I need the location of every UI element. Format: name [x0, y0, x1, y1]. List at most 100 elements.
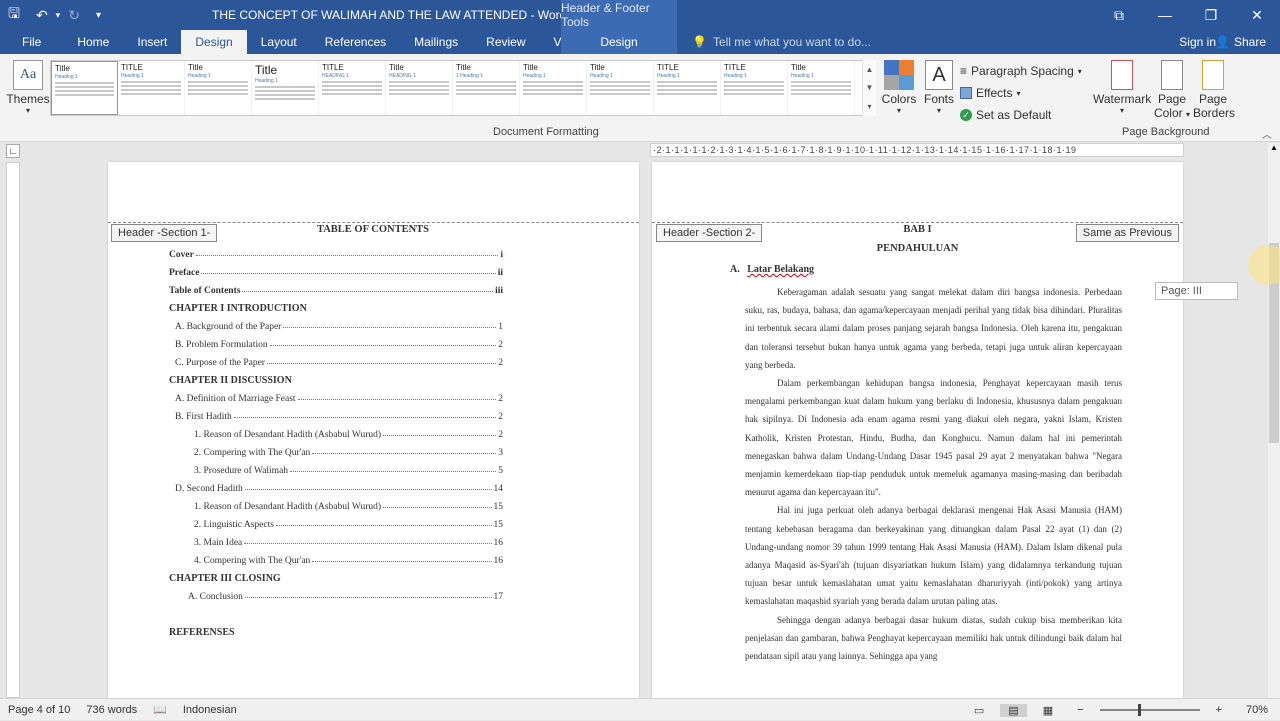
ribbon-display-options-icon[interactable]: ⧉	[1096, 0, 1142, 30]
document-page-1[interactable]: Header -Section 1- TABLE OF CONTENTS Cov…	[108, 162, 639, 698]
gallery-more-icon[interactable]: ▾	[867, 102, 871, 111]
toc-chapter[interactable]: CHAPTER I INTRODUCTION	[169, 296, 503, 314]
zoom-slider-thumb[interactable]	[1137, 704, 1141, 716]
toc-entry[interactable]: A. Background of the Paper 1	[169, 314, 503, 332]
style-set-item[interactable]: Title Heading 1	[788, 61, 855, 115]
toc-entry[interactable]: 1. Reason of Desandant Hadith (Asbabul W…	[169, 494, 503, 512]
toc-entry[interactable]: A. Conclusion 17	[169, 584, 503, 602]
minimize-icon[interactable]: —	[1142, 0, 1188, 30]
restore-icon[interactable]: ❐	[1188, 0, 1234, 30]
toc-entry[interactable]: C. Purpose of the Paper 2	[169, 350, 503, 368]
document-page-2[interactable]: Header -Section 2- Same as Previous BAB …	[652, 162, 1183, 698]
page-count[interactable]: Page 4 of 10	[0, 704, 78, 716]
fonts-button[interactable]: A Fonts ▾	[922, 58, 956, 115]
style-set-item[interactable]: Title Heading 1	[185, 61, 252, 115]
style-set-item[interactable]: Title Heading 1	[587, 61, 654, 115]
print-layout-icon[interactable]: ▤	[1000, 703, 1027, 717]
toc-entry[interactable]: A. Definition of Marriage Feast 2	[169, 386, 503, 404]
ribbon-tabs: File Home Insert Design Layout Reference…	[0, 30, 1280, 54]
toc-leader-dots	[244, 543, 492, 544]
style-set-item[interactable]: Title Heading 1	[252, 61, 319, 115]
toc-entry[interactable]: Table of Contents iii	[169, 278, 503, 296]
toc-entry-label: C. Purpose of the Paper	[175, 358, 265, 368]
toc-entry[interactable]: Preface ii	[169, 260, 503, 278]
sign-in-link[interactable]: Sign in	[1179, 30, 1216, 54]
toc-entry-label: B. Problem Formulation	[175, 340, 268, 350]
word-count[interactable]: 736 words	[78, 704, 145, 716]
style-set-item[interactable]: TITLE Heading 1	[654, 61, 721, 115]
style-set-item[interactable]: Title Heading 1	[520, 61, 587, 115]
customize-qat-icon[interactable]: ▾	[88, 10, 109, 21]
style-set-title: TITLE	[724, 63, 746, 72]
style-set-item[interactable]: TITLE Heading 1	[721, 61, 788, 115]
toc-entry[interactable]: B. First Hadith 2	[169, 404, 503, 422]
proofing-icon[interactable]: 📖	[145, 703, 175, 716]
horizontal-ruler[interactable]: ·2·1·1·1·1·1·2·1·3·1·4·1·5·1·6·1·7·1·8·1…	[650, 143, 1184, 157]
redo-icon[interactable]: ↻	[60, 7, 88, 24]
gallery-scroll[interactable]: ▲ ▼ ▾	[862, 60, 876, 116]
toc-entry[interactable]: 2. Linguistic Aspects 15	[169, 512, 503, 530]
share-button[interactable]: 👤 Share	[1215, 30, 1266, 54]
zoom-out-button[interactable]: −	[1069, 704, 1091, 716]
collapse-ribbon-icon[interactable]: ︿	[1262, 126, 1272, 141]
toc-page-number: 2	[498, 358, 503, 368]
toc-entry[interactable]: 4. Compering with The Qur'an 16	[169, 548, 503, 566]
language-indicator[interactable]: Indonesian	[175, 704, 245, 716]
tab-references[interactable]: References	[311, 30, 400, 54]
dropdown-arrow-icon: ▾	[1016, 88, 1021, 98]
tab-header-footer-design[interactable]: Design	[561, 30, 677, 54]
web-layout-icon[interactable]: ▦	[1035, 704, 1061, 717]
toc-entry-label: 2. Compering with The Qur'an	[194, 448, 311, 458]
chapter-title: PENDAHULUAN	[876, 243, 959, 254]
tab-home[interactable]: Home	[63, 30, 123, 54]
page-borders-button[interactable]: Page Borders	[1193, 58, 1235, 120]
vertical-scrollbar[interactable]: ▲	[1268, 143, 1280, 698]
effects-button[interactable]: Effects ▾	[960, 82, 1082, 104]
toc-entry[interactable]: 3. Prosedure of Walimah 5	[169, 458, 503, 476]
page-color-button[interactable]: Page Color ▾	[1151, 58, 1193, 120]
toc-entry[interactable]: D. Second Hadith 14	[169, 476, 503, 494]
toc-entry[interactable]: 3. Main Idea 16	[169, 530, 503, 548]
toc-entry[interactable]: Cover i	[169, 242, 503, 260]
watermark-button[interactable]: Watermark ▾	[1093, 58, 1151, 115]
style-set-item[interactable]: TITLE Heading 1	[118, 61, 185, 115]
gallery-up-icon[interactable]: ▲	[866, 65, 874, 74]
tab-design[interactable]: Design	[181, 30, 247, 54]
close-icon[interactable]: ✕	[1234, 0, 1280, 30]
toc-leader-dots	[312, 561, 492, 562]
toc-entry[interactable]: 1. Reason of Desandant Hadith (Asbabul W…	[169, 422, 503, 440]
set-as-default-button[interactable]: ✓ Set as Default	[960, 104, 1082, 126]
scroll-up-icon[interactable]: ▲	[1268, 143, 1280, 152]
tab-mailings[interactable]: Mailings	[400, 30, 472, 54]
gallery-down-icon[interactable]: ▼	[866, 83, 874, 92]
zoom-level[interactable]: 70%	[1238, 704, 1276, 716]
style-set-title: TITLE	[121, 63, 143, 72]
tab-review[interactable]: Review	[472, 30, 539, 54]
toc-entry[interactable]: B. Problem Formulation 2	[169, 332, 503, 350]
page-background-label: Page Background	[1122, 126, 1210, 138]
save-icon[interactable]: 🖫	[0, 3, 28, 27]
style-set-item[interactable]: Title Heading 1	[51, 61, 118, 115]
style-set-item[interactable]: Title 1 Heading 1	[453, 61, 520, 115]
zoom-in-button[interactable]: +	[1208, 704, 1230, 716]
style-set-item[interactable]: TITLE HEADING 1	[319, 61, 386, 115]
tab-selector-icon[interactable]: ∟	[6, 144, 20, 158]
themes-button[interactable]: Aa Themes ▾	[6, 58, 50, 115]
toc-entry-label: A. Definition of Marriage Feast	[175, 394, 296, 404]
page-borders-label-1: Page	[1198, 92, 1228, 106]
tab-insert[interactable]: Insert	[123, 30, 181, 54]
tell-me-box[interactable]: 💡 Tell me what you want to do...	[692, 30, 871, 54]
toc-chapter[interactable]: CHAPTER III CLOSING	[169, 566, 503, 584]
paragraph-spacing-button[interactable]: ≡ Paragraph Spacing ▾	[960, 60, 1082, 82]
zoom-slider[interactable]	[1099, 704, 1200, 716]
read-mode-icon[interactable]: ▭	[966, 704, 992, 717]
toc-chapter[interactable]: CHAPTER II DISCUSSION	[169, 368, 503, 386]
undo-icon[interactable]: ↶	[28, 7, 56, 24]
vertical-ruler[interactable]	[6, 162, 20, 698]
tab-file[interactable]: File	[0, 30, 63, 54]
colors-button[interactable]: Colors ▾	[880, 58, 918, 115]
toc-chapter[interactable]: REFERENSES	[169, 620, 503, 638]
style-set-item[interactable]: Title HEADING 1	[386, 61, 453, 115]
toc-entry[interactable]: 2. Compering with The Qur'an 3	[169, 440, 503, 458]
tab-layout[interactable]: Layout	[247, 30, 311, 54]
